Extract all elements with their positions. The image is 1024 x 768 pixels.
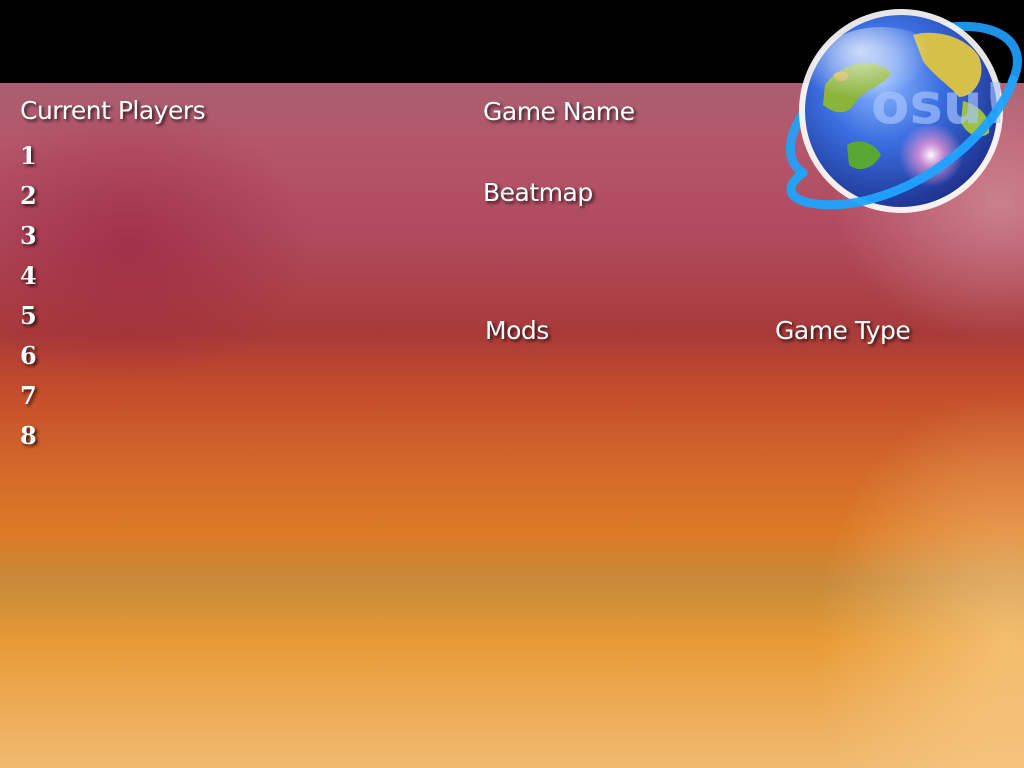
osu-globe-icon[interactable]: osu! xyxy=(763,5,1024,220)
player-slot-1[interactable]: 1 xyxy=(20,141,37,181)
player-slot-7[interactable]: 7 xyxy=(20,381,37,421)
mods-label: Mods xyxy=(485,316,549,345)
game-name-label: Game Name xyxy=(483,97,635,126)
player-slot-2[interactable]: 2 xyxy=(20,181,37,221)
player-slot-4[interactable]: 4 xyxy=(20,261,37,301)
player-slot-3[interactable]: 3 xyxy=(20,221,37,261)
player-slot-list: 1 2 3 4 5 6 7 8 xyxy=(20,141,37,461)
current-players-header: Current Players xyxy=(20,96,206,125)
player-slot-8[interactable]: 8 xyxy=(20,421,37,461)
beatmap-label: Beatmap xyxy=(483,178,593,207)
player-slot-6[interactable]: 6 xyxy=(20,341,37,381)
game-type-label: Game Type xyxy=(775,316,911,345)
player-slot-5[interactable]: 5 xyxy=(20,301,37,341)
